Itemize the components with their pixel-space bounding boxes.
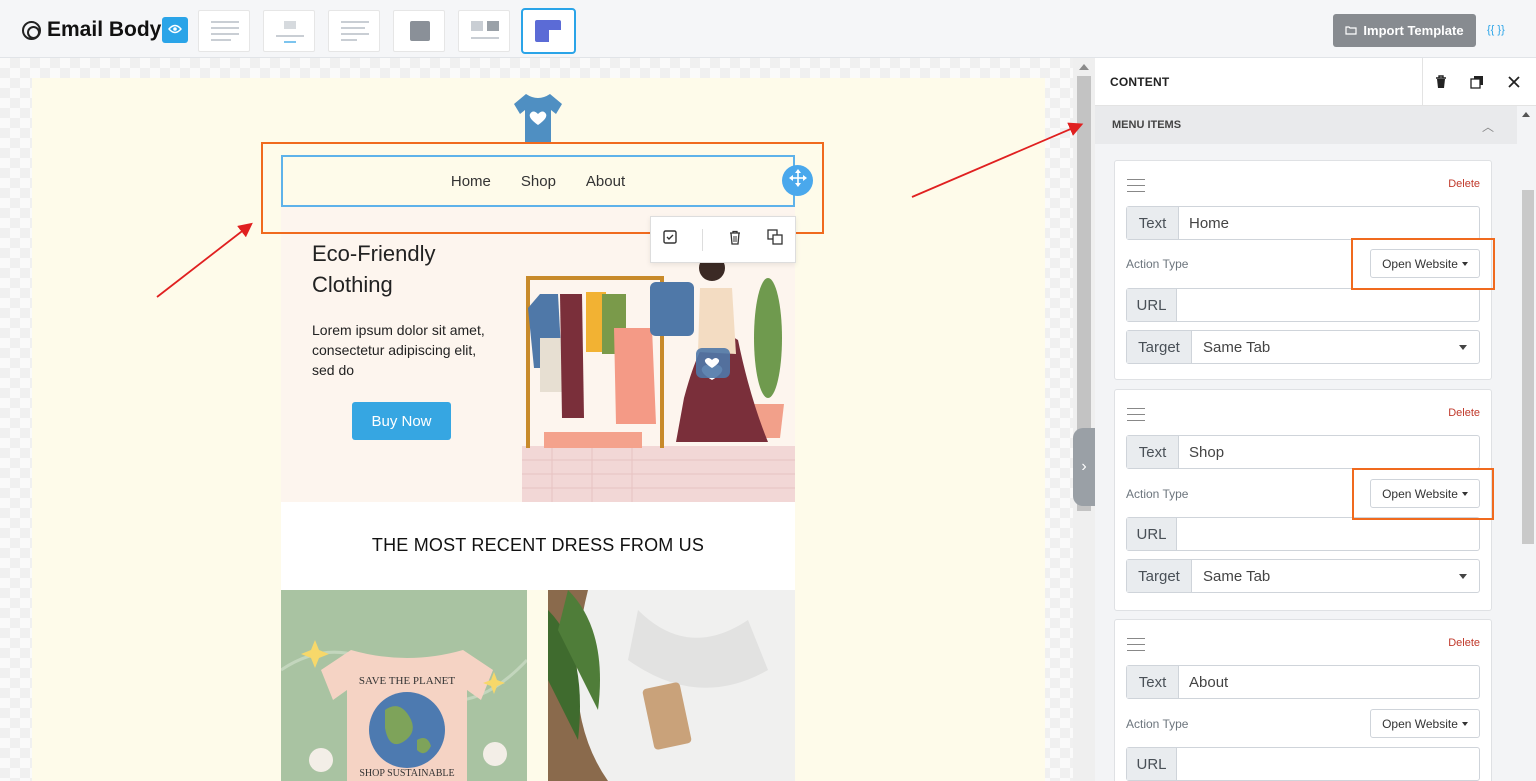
annotation-arrows [156,122,1084,298]
